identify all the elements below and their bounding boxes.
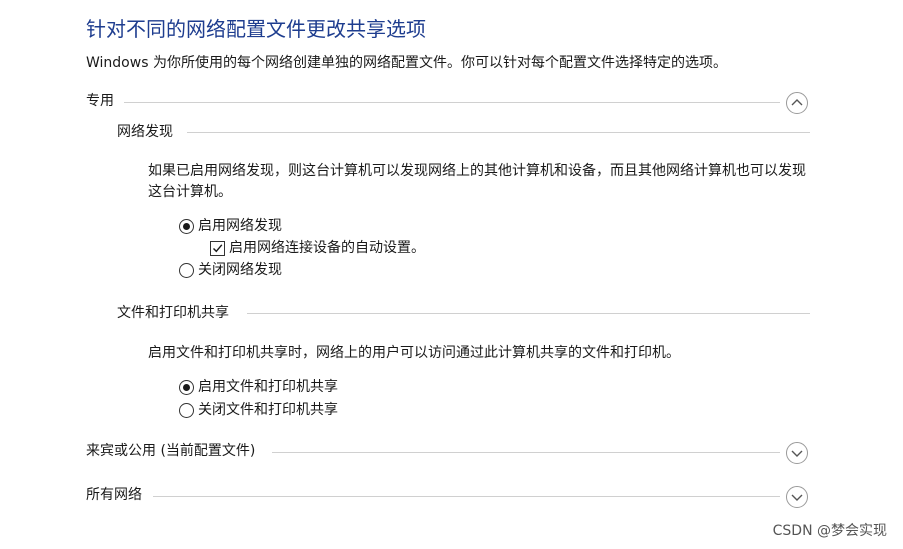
page-title: 针对不同的网络配置文件更改共享选项 — [86, 17, 426, 41]
checkmark-icon — [213, 243, 223, 252]
file-printer-sharing-heading: 文件和打印机共享 — [117, 305, 229, 321]
network-discovery-description: 如果已启用网络发现，则这台计算机可以发现网络上的其他计算机和设备，而且其他网络计… — [148, 163, 806, 200]
file-sharing-enable-label[interactable]: 启用文件和打印机共享 — [198, 377, 338, 397]
profile-private-divider — [124, 102, 780, 103]
network-discovery-disable-radio[interactable] — [179, 262, 194, 278]
file-printer-sharing-description: 启用文件和打印机共享时，网络上的用户可以访问通过此计算机共享的文件和打印机。 — [148, 345, 680, 361]
chevron-down-icon — [791, 450, 803, 457]
profile-private-label[interactable]: 专用 — [86, 91, 114, 111]
file-sharing-disable-radio[interactable] — [179, 402, 194, 418]
profile-guest-toggle[interactable] — [786, 442, 808, 464]
profile-guest-label[interactable]: 来宾或公用 (当前配置文件) — [86, 441, 255, 461]
network-discovery-disable-label[interactable]: 关闭网络发现 — [198, 260, 282, 280]
watermark: CSDN @梦会实现 — [772, 523, 887, 539]
network-discovery-heading: 网络发现 — [117, 124, 173, 140]
network-auto-setup-checkbox[interactable] — [210, 240, 225, 256]
network-auto-setup-label[interactable]: 启用网络连接设备的自动设置。 — [229, 238, 425, 258]
chevron-down-icon — [791, 494, 803, 501]
file-sharing-disable-option[interactable]: 关闭文件和打印机共享 — [179, 400, 338, 420]
network-discovery-enable-radio[interactable] — [179, 218, 194, 234]
profile-all-networks-divider — [153, 496, 780, 497]
profile-all-networks-toggle[interactable] — [786, 486, 808, 508]
file-sharing-enable-option[interactable]: 启用文件和打印机共享 — [179, 377, 338, 397]
file-printer-sharing-divider — [247, 313, 810, 314]
network-discovery-divider — [187, 132, 810, 133]
network-discovery-enable-option[interactable]: 启用网络发现 — [179, 216, 282, 236]
network-auto-setup-option[interactable]: 启用网络连接设备的自动设置。 — [210, 238, 425, 258]
file-sharing-disable-label[interactable]: 关闭文件和打印机共享 — [198, 400, 338, 420]
chevron-up-icon — [791, 99, 803, 106]
network-discovery-enable-label[interactable]: 启用网络发现 — [198, 216, 282, 236]
profile-guest-divider — [272, 452, 780, 453]
page-description: Windows 为你所使用的每个网络创建单独的网络配置文件。你可以针对每个配置文… — [86, 55, 727, 71]
network-discovery-disable-option[interactable]: 关闭网络发现 — [179, 260, 282, 280]
profile-all-networks-label[interactable]: 所有网络 — [86, 485, 142, 505]
profile-private-toggle[interactable] — [786, 92, 808, 114]
file-sharing-enable-radio[interactable] — [179, 379, 194, 395]
